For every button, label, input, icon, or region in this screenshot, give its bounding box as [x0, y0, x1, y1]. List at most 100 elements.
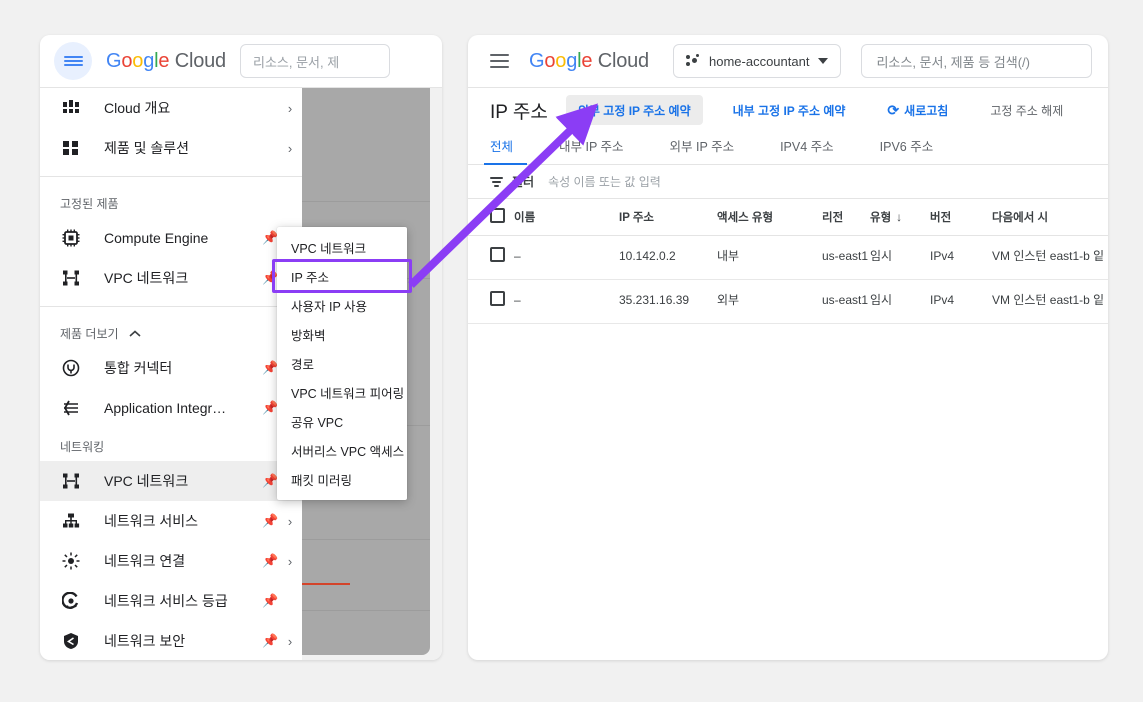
tab-external-ip[interactable]: 외부 IP 주소: [670, 136, 735, 164]
column-header-version[interactable]: 버전: [930, 198, 992, 236]
application-integration-icon: [60, 397, 82, 419]
chevron-up-icon: [129, 327, 141, 341]
pin-icon[interactable]: 📌: [262, 473, 278, 489]
sidebar-item-network-services[interactable]: 네트워크 서비스 📌 ›: [40, 501, 302, 541]
submenu-item-vpc-network-peering[interactable]: VPC 네트워크 피어링: [277, 378, 407, 407]
table-row[interactable]: – 10.142.0.2 내부 us-east1 임시 IPv4 VM 인스턴 …: [468, 235, 1108, 280]
column-header-used-by[interactable]: 다음에서 시: [992, 198, 1108, 236]
right-browser-window: Google Cloud home-accountant 리소스, 문서, 제품…: [468, 35, 1108, 660]
tab-ipv6[interactable]: IPV6 주소: [880, 136, 934, 164]
sidebar-item-network-service-tiers[interactable]: 네트워크 서비스 등급 📌 ›: [40, 581, 302, 621]
sidebar-item-network-security[interactable]: 네트워크 보안 📌 ›: [40, 621, 302, 660]
google-cloud-logo: Google Cloud: [529, 49, 649, 72]
vpc-network-icon: [60, 267, 82, 289]
column-header-name[interactable]: 이름: [514, 198, 619, 236]
row-checkbox[interactable]: [490, 291, 505, 306]
table-row[interactable]: – 35.231.16.39 외부 us-east1 임시 IPv4 VM 인스…: [468, 279, 1108, 324]
sidebar-item-label: VPC 네트워크: [104, 473, 189, 489]
sidebar-item-vpc-network-pinned[interactable]: VPC 네트워크 📌 ›: [40, 258, 302, 298]
cell-region: us-east1: [822, 279, 870, 324]
cell-version: IPv4: [930, 279, 992, 324]
caret-down-icon: [818, 58, 829, 64]
pin-icon[interactable]: 📌: [262, 230, 278, 246]
section-label-pinned: 고정된 제품: [60, 197, 119, 211]
project-name: home-accountant: [708, 53, 810, 69]
integration-connectors-icon: [60, 357, 82, 379]
cloud-wordmark: Cloud: [174, 49, 226, 72]
cell-type: 임시: [870, 235, 930, 280]
arrow-down-icon: ↓: [896, 210, 903, 224]
sidebar-item-label: 네트워크 서비스: [104, 513, 199, 529]
pin-outline-icon[interactable]: 📌: [262, 513, 278, 529]
hamburger-icon[interactable]: [54, 42, 92, 80]
pin-outline-icon[interactable]: 📌: [262, 633, 278, 649]
submenu-item-vpc-network[interactable]: VPC 네트워크: [277, 233, 407, 262]
tab-internal-ip[interactable]: 내부 IP 주소: [559, 136, 624, 164]
divider: [40, 176, 302, 177]
hamburger-icon[interactable]: [490, 52, 509, 70]
tab-ipv4[interactable]: IPV4 주소: [780, 136, 834, 164]
sidebar-item-application-integration[interactable]: Application Integr… 📌 ›: [40, 388, 302, 428]
divider: [40, 306, 302, 307]
sidebar-item-integration-connectors[interactable]: 통합 커넥터 📌 ›: [40, 348, 302, 388]
pin-outline-icon[interactable]: 📌: [262, 553, 278, 569]
sidebar-item-label: 네트워크 보안: [104, 633, 186, 649]
navigation-drawer: Cloud 개요 › 제품 및 솔루션 › 고정된 제품 Compute Eng…: [40, 88, 302, 660]
cell-used-by: VM 인스턴 east1-b 잍: [992, 235, 1108, 280]
sidebar-item-products-solutions[interactable]: 제품 및 솔루션 ›: [40, 128, 302, 168]
filter-input[interactable]: 속성 이름 또는 값 입력: [548, 173, 661, 190]
sidebar-item-network-connectivity[interactable]: 네트워크 연결 📌 ›: [40, 541, 302, 581]
sidebar-item-label: 제품 및 솔루션: [104, 140, 190, 156]
cell-name: –: [514, 279, 619, 324]
column-header-region[interactable]: 리전: [822, 198, 870, 236]
column-header-type[interactable]: 유형 ↓: [870, 198, 930, 236]
search-input[interactable]: 리소스, 문서, 제품 등 검색(/): [861, 44, 1092, 78]
reserve-external-static-ip-button[interactable]: 외부 고정 IP 주소 예약: [565, 95, 703, 125]
network-connectivity-icon: [60, 550, 82, 572]
table-header: 이름 IP 주소 액세스 유형 리전 유형 ↓ 버전 다음에서 시: [468, 198, 1108, 236]
sidebar-item-label: 네트워크 서비스 등급: [104, 593, 228, 609]
row-checkbox[interactable]: [490, 247, 505, 262]
google-cloud-logo: Google Cloud: [106, 49, 226, 72]
tab-all[interactable]: 전체: [483, 136, 528, 165]
chevron-right-icon: ›: [287, 140, 293, 156]
submenu-item-packet-mirroring[interactable]: 패킷 미러링: [277, 465, 407, 494]
pin-outline-icon[interactable]: 📌: [262, 360, 278, 376]
filter-bar[interactable]: 필터 속성 이름 또는 값 입력: [468, 165, 1108, 198]
submenu-item-user-ip-usage[interactable]: 사용자 IP 사용: [277, 291, 407, 320]
pin-icon[interactable]: 📌: [262, 270, 278, 286]
cell-used-by: VM 인스턴 east1-b 잍: [992, 279, 1108, 324]
sidebar-item-compute-engine[interactable]: Compute Engine 📌 ›: [40, 218, 302, 258]
row-select-cell: [468, 235, 514, 280]
action-bar: IP 주소 외부 고정 IP 주소 예약 내부 고정 IP 주소 예약 ⟳ 새로…: [468, 88, 1108, 132]
submenu-item-routes[interactable]: 경로: [277, 349, 407, 378]
network-service-tiers-icon: [60, 590, 82, 612]
sidebar-item-cloud-overview[interactable]: Cloud 개요 ›: [40, 88, 302, 128]
sidebar-item-vpc-network[interactable]: VPC 네트워크 📌 ›: [40, 461, 302, 501]
refresh-button[interactable]: ⟳ 새로고침: [875, 95, 960, 125]
submenu-item-firewall[interactable]: 방화벽: [277, 320, 407, 349]
pin-outline-icon[interactable]: 📌: [262, 593, 278, 609]
submenu-item-serverless-vpc-access[interactable]: 서버리스 VPC 액세스: [277, 436, 407, 465]
column-header-ip-address[interactable]: IP 주소: [619, 198, 717, 236]
column-header-access-type[interactable]: 액세스 유형: [717, 198, 822, 236]
submenu-item-shared-vpc[interactable]: 공유 VPC: [277, 407, 407, 436]
release-static-address-button[interactable]: 고정 주소 해제: [978, 95, 1075, 125]
chart-series-segment: [295, 583, 350, 585]
cell-type: 임시: [870, 279, 930, 324]
pin-outline-icon[interactable]: 📌: [262, 400, 278, 416]
cell-access-type: 외부: [717, 279, 822, 324]
tab-bar: 전체 내부 IP 주소 외부 IP 주소 IPV4 주소 IPV6 주소: [468, 132, 1108, 165]
submenu-item-ip-addresses[interactable]: IP 주소: [277, 262, 407, 291]
section-label-text: 제품 더보기: [60, 327, 119, 341]
sidebar-item-label: Application Integr…: [104, 400, 227, 416]
network-services-icon: [60, 510, 82, 532]
search-input[interactable]: 리소스, 문서, 제: [239, 44, 390, 78]
reserve-internal-static-ip-button[interactable]: 내부 고정 IP 주소 예약: [721, 95, 858, 125]
section-label-more-products[interactable]: 제품 더보기: [40, 315, 302, 348]
row-select-cell: [468, 279, 514, 324]
chevron-right-icon: ›: [287, 513, 293, 529]
cell-ip-address: 35.231.16.39: [619, 279, 717, 324]
project-selector[interactable]: home-accountant: [672, 44, 842, 78]
select-all-checkbox[interactable]: [490, 208, 505, 223]
